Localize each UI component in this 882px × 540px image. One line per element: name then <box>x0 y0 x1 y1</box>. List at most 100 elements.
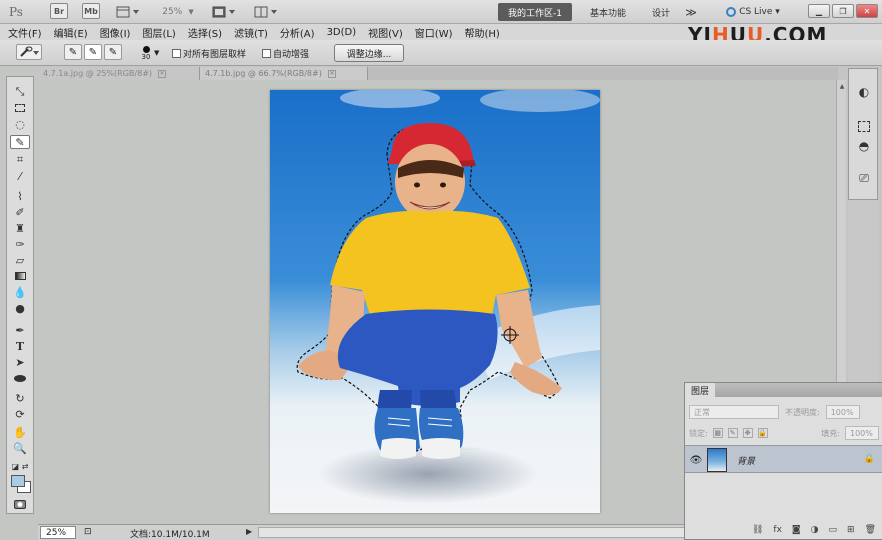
default-colors-button[interactable]: ◪ ⇄ <box>9 459 31 473</box>
view-extras-button[interactable] <box>114 3 142 21</box>
spot-healing-tool[interactable]: ⌇ <box>10 189 30 203</box>
refine-edge-button[interactable]: 调整边缘... <box>334 44 404 62</box>
dock-empty-area <box>848 200 878 382</box>
eyedropper-tool[interactable]: ⁄ <box>10 169 30 183</box>
tab-close-icon[interactable]: ✕ <box>327 69 336 78</box>
mini-bridge-button[interactable]: Mb <box>82 3 100 19</box>
pen-tool[interactable]: ✒ <box>10 323 30 337</box>
restore-button[interactable]: ❐ <box>832 4 854 18</box>
menu-edit[interactable]: 编辑(E) <box>54 25 88 40</box>
gradient-tool[interactable] <box>10 269 30 283</box>
new-adjustment-icon[interactable]: ◑ <box>811 525 819 535</box>
masks-panel-button[interactable] <box>854 117 874 135</box>
status-info-icon[interactable]: ⊡ <box>84 527 92 537</box>
sample-all-layers-checkbox[interactable]: 对所有图层取样 <box>172 44 246 62</box>
scroll-up-icon[interactable]: ▲ <box>838 82 846 90</box>
blur-tool[interactable]: 💧 <box>10 285 30 299</box>
hand-tool[interactable]: ✋ <box>10 425 30 439</box>
auto-enhance-checkbox[interactable]: 自动增强 <box>262 44 309 62</box>
type-tool[interactable]: T <box>10 339 30 353</box>
fill-field[interactable]: 100% <box>845 426 879 440</box>
delete-layer-icon[interactable]: 🗑 <box>865 525 876 535</box>
add-mask-icon[interactable]: ◙ <box>792 525 801 535</box>
lock-transparent-icon[interactable]: ▦ <box>712 428 723 438</box>
menu-filter[interactable]: 滤镜(T) <box>234 25 268 40</box>
menu-help[interactable]: 帮助(H) <box>465 25 500 40</box>
menu-window[interactable]: 窗口(W) <box>415 25 453 40</box>
brush-tool[interactable]: ✐ <box>10 205 30 219</box>
zoom-level-dropdown[interactable]: 25% ▼ <box>158 3 198 21</box>
dodge-tool[interactable]: ● <box>10 301 30 315</box>
status-zoom-field[interactable]: 25% <box>40 526 76 539</box>
minimize-button[interactable]: ▁ <box>808 4 830 18</box>
workspace-design-button[interactable]: 设计 <box>644 3 678 21</box>
lock-position-icon[interactable]: ✥ <box>742 428 753 438</box>
opacity-value: 100% <box>830 407 854 417</box>
menu-file[interactable]: 文件(F) <box>8 25 42 40</box>
quick-selection-tool[interactable]: ✎ <box>10 135 30 149</box>
tab-document-2[interactable]: 4.7.1b.jpg @ 66.7%(RGB/8#) ✕ <box>200 67 368 80</box>
sample-all-layers-box[interactable] <box>172 48 181 58</box>
bandage-icon: ⌇ <box>17 189 23 203</box>
new-selection-button[interactable]: ✎ <box>64 44 82 60</box>
arrange-documents-button[interactable] <box>252 3 280 21</box>
new-layer-icon[interactable]: ⊞ <box>847 525 855 535</box>
blend-mode-dropdown[interactable]: 正常 <box>689 405 779 419</box>
brush-picker-chevron-icon[interactable]: ▼ <box>154 44 159 62</box>
clone-stamp-tool[interactable]: ♜ <box>10 221 30 235</box>
tab-document-1[interactable]: 4.7.1a.jpg @ 25%(RGB/8#) ✕ <box>38 67 200 80</box>
menu-3d[interactable]: 3D(D) <box>327 27 357 38</box>
eraser-tool[interactable]: ▱ <box>10 253 30 267</box>
path-selection-tool[interactable]: ➤ <box>10 355 30 369</box>
opacity-field[interactable]: 100% <box>825 405 860 419</box>
link-layers-icon[interactable]: ⛓ <box>752 525 763 535</box>
layers-tab[interactable]: 图层 <box>685 383 716 397</box>
cs-live-button[interactable]: CS Live ▾ <box>720 3 786 21</box>
marquee-tool[interactable] <box>10 101 30 115</box>
tab-close-icon[interactable]: ✕ <box>158 69 167 78</box>
crop-tool[interactable]: ⌗ <box>10 153 30 167</box>
history-brush-icon: ✑ <box>15 237 25 251</box>
menu-layer[interactable]: 图层(L) <box>142 25 175 40</box>
subtract-from-selection-button[interactable]: ✎ <box>104 44 122 60</box>
lock-all-icon[interactable]: 🔒 <box>757 428 768 438</box>
menu-select[interactable]: 选择(S) <box>188 25 222 40</box>
auto-enhance-box[interactable] <box>262 48 271 58</box>
brush-cursor-icon <box>501 326 519 344</box>
history-panel-button[interactable]: ⎚ <box>854 169 874 187</box>
menu-image[interactable]: 图像(I) <box>100 25 131 40</box>
close-button[interactable]: ✕ <box>856 4 878 18</box>
bridge-button[interactable]: Br <box>50 3 68 19</box>
3d-rotate-tool[interactable]: ↻ <box>10 391 30 405</box>
tool-preset-picker[interactable] <box>16 44 42 60</box>
eye-icon[interactable]: 👁 <box>689 454 703 466</box>
history-brush-tool[interactable]: ✑ <box>10 237 30 251</box>
lock-image-icon[interactable]: ✎ <box>727 428 738 438</box>
zoom-tool[interactable]: 🔍 <box>10 441 30 455</box>
screen-mode-button[interactable] <box>210 3 238 21</box>
quick-mask-button[interactable] <box>10 497 30 511</box>
adjustments-panel-button[interactable]: ◓ <box>854 137 874 155</box>
foreground-color-swatch[interactable] <box>11 475 25 487</box>
move-tool[interactable]: ⤡ <box>10 85 30 99</box>
lasso-tool[interactable]: ◌ <box>10 117 30 131</box>
menu-view[interactable]: 视图(V) <box>368 25 403 40</box>
new-group-icon[interactable]: ▭ <box>829 525 838 535</box>
workspace-active-button[interactable]: 我的工作区-1 <box>498 3 572 21</box>
status-menu-arrow-icon[interactable]: ▶ <box>246 527 252 536</box>
tools-panel: ⤡ ◌ ✎ ⌗ ⁄ ⌇ ✐ ♜ ✑ ▱ 💧 ● ✒ T ➤ ↻ ⟳ ✋ 🔍 ◪ … <box>6 76 34 514</box>
hand-icon: ✋ <box>13 425 27 439</box>
layer-style-icon[interactable]: fx <box>773 525 782 535</box>
shape-tool[interactable] <box>10 371 30 385</box>
3d-orbit-tool[interactable]: ⟳ <box>10 407 30 421</box>
workspace-more-button[interactable]: ≫ <box>682 3 700 21</box>
auto-enhance-label: 自动增强 <box>273 49 310 60</box>
masks-icon <box>858 120 870 132</box>
add-to-selection-button[interactable]: ✎ <box>84 44 102 60</box>
minimize-icon: ▁ <box>815 6 823 16</box>
color-panel-button[interactable]: ◐ <box>854 83 874 101</box>
menu-analysis[interactable]: 分析(A) <box>280 25 315 40</box>
document-image[interactable] <box>270 90 600 513</box>
workspace-essentials-button[interactable]: 基本功能 <box>582 3 634 21</box>
layer-row-background[interactable]: 👁 背景 🔒 <box>685 445 882 473</box>
